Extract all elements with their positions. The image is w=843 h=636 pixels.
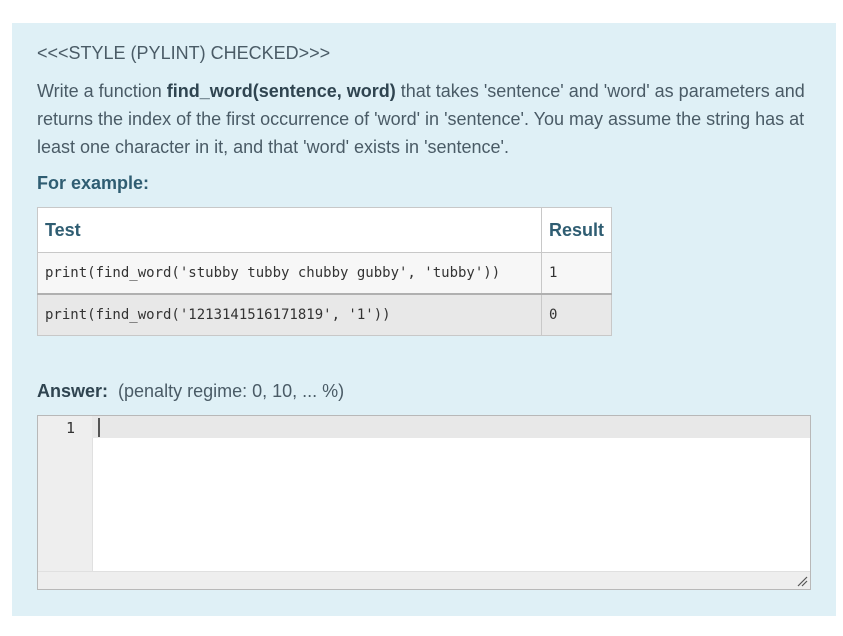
line-number: 1 (65, 419, 75, 437)
examples-table: Test Result print(find_word('stubby tubb… (37, 207, 613, 336)
question-text: Write a function find_word(sentence, wor… (37, 77, 807, 161)
line-number-gutter: 1 (38, 416, 93, 572)
result-cell: 1 (540, 252, 613, 295)
style-check-note: <<<STYLE (PYLINT) CHECKED>>> (37, 43, 331, 63)
active-line-highlight (92, 416, 810, 438)
question-panel: <<<STYLE (PYLINT) CHECKED>>> Write a fun… (12, 23, 836, 616)
test-cell: print(find_word('stubby tubby chubby gub… (37, 252, 542, 295)
answer-label: Answer: (penalty regime: 0, 10, ... %) (37, 381, 344, 402)
text-cursor (98, 418, 100, 437)
table-row: print(find_word('stubby tubby chubby gub… (37, 252, 613, 295)
question-intro: Write a function (37, 81, 167, 101)
function-signature: find_word(sentence, word) (166, 81, 396, 101)
table-header-row: Test Result (37, 207, 613, 253)
test-cell: print(find_word('1213141516171819', '1')… (37, 293, 542, 336)
column-header-test: Test (37, 207, 542, 253)
answer-heading: Answer: (37, 381, 109, 401)
result-cell: 0 (540, 293, 613, 336)
table-row: print(find_word('1213141516171819', '1')… (37, 293, 613, 336)
editor-footer (38, 571, 810, 589)
penalty-regime: (penalty regime: 0, 10, ... %) (118, 381, 345, 401)
resize-handle-icon[interactable] (797, 576, 808, 587)
example-heading: For example: (37, 173, 150, 193)
column-header-result: Result (540, 207, 613, 253)
code-editor[interactable]: 1 (37, 415, 811, 590)
